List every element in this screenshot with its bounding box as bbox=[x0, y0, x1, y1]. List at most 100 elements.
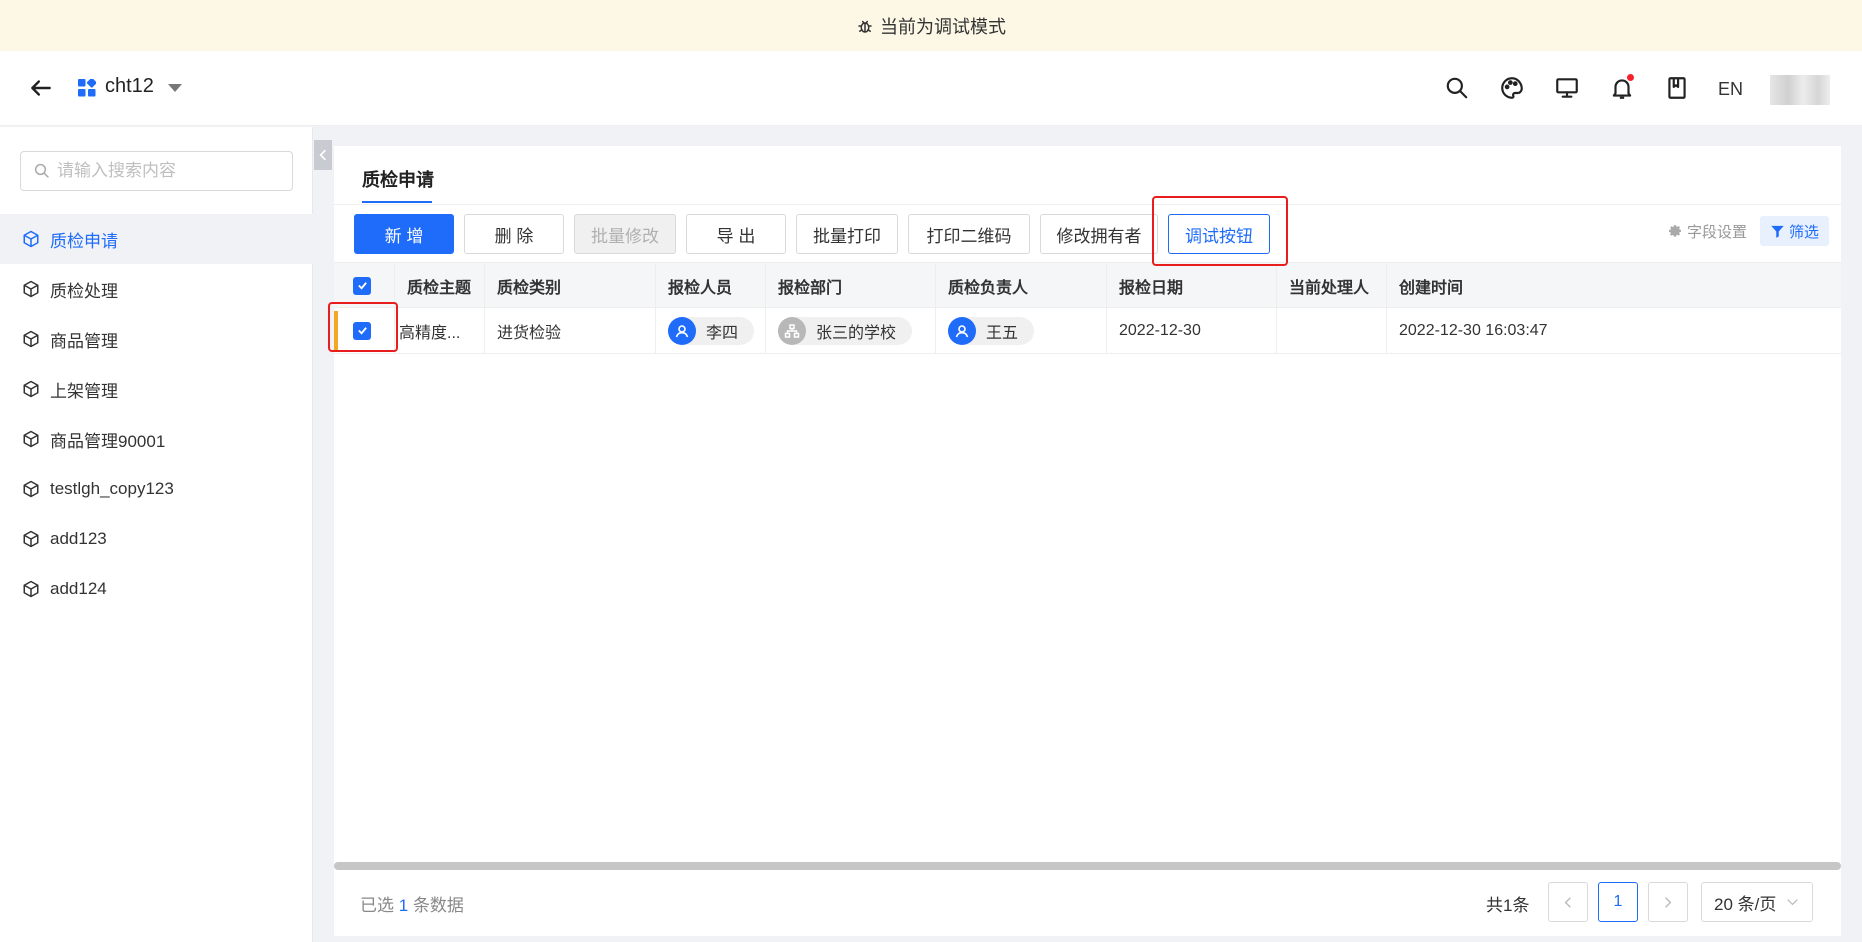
user-icon bbox=[948, 316, 976, 345]
sidebar-item-label: 质检处理 bbox=[50, 281, 118, 301]
prev-page-button[interactable] bbox=[1548, 882, 1588, 922]
next-page-button[interactable] bbox=[1648, 882, 1688, 922]
cube-icon bbox=[23, 380, 39, 398]
tab-divider bbox=[334, 204, 1841, 205]
debug-mode-text: 当前为调试模式 bbox=[880, 16, 1006, 37]
user-avatar[interactable] bbox=[1770, 75, 1830, 105]
org-chart-icon bbox=[778, 316, 806, 345]
bell-icon[interactable] bbox=[1609, 74, 1635, 101]
notification-dot bbox=[1627, 74, 1634, 81]
user-chip[interactable]: 李四 bbox=[668, 316, 755, 345]
batch-print-button[interactable]: 批量打印 bbox=[796, 214, 898, 254]
cube-icon bbox=[23, 280, 39, 298]
bug-icon bbox=[858, 20, 872, 33]
sidebar-item-label: add123 bbox=[50, 529, 107, 548]
top-bar: cht12 EN bbox=[0, 51, 1862, 126]
department-chip-label: 张三的学校 bbox=[816, 324, 897, 342]
user-chip-label: 王五 bbox=[986, 324, 1019, 342]
selection-count: 1 bbox=[398, 896, 409, 915]
horizontal-scrollbar[interactable] bbox=[334, 862, 1841, 870]
back-arrow-icon[interactable] bbox=[28, 75, 54, 101]
debug-button[interactable]: 调试按钮 bbox=[1168, 214, 1270, 254]
table-header: 质检主题 质检类别 报检人员 报检部门 质检负责人 报检日期 当前处理人 创建时… bbox=[334, 262, 1841, 308]
sidebar: 质检申请 质检处理 商品管理 上架管理 商品管理90001 testlgh_co… bbox=[0, 127, 313, 942]
batch-edit-button[interactable]: 批量修改 bbox=[574, 214, 676, 254]
column-header[interactable]: 当前处理人 bbox=[1276, 263, 1386, 308]
print-qrcode-button[interactable]: 打印二维码 bbox=[908, 214, 1030, 254]
app-name[interactable]: cht12 bbox=[105, 75, 154, 98]
change-owner-button[interactable]: 修改拥有者 bbox=[1040, 214, 1158, 254]
user-chip-label: 李四 bbox=[706, 324, 739, 342]
delete-button[interactable]: 删 除 bbox=[464, 214, 564, 254]
cube-icon bbox=[23, 230, 39, 248]
sidebar-item-label: testlgh_copy123 bbox=[50, 479, 174, 498]
search-icon[interactable] bbox=[1444, 75, 1470, 101]
chevron-down-icon bbox=[1787, 899, 1799, 906]
column-header[interactable]: 创建时间 bbox=[1386, 263, 1841, 308]
cell-category: 进货检验 bbox=[484, 308, 655, 353]
column-header[interactable]: 报检部门 bbox=[765, 263, 935, 308]
sidebar-item-product-management[interactable]: 商品管理 bbox=[0, 314, 313, 364]
check-icon bbox=[357, 282, 367, 290]
filter-icon bbox=[1771, 225, 1784, 238]
cell-created: 2022-12-30 16:03:47 bbox=[1386, 308, 1841, 353]
palette-icon[interactable] bbox=[1499, 75, 1525, 101]
sidebar-item-listing-management[interactable]: 上架管理 bbox=[0, 364, 313, 414]
user-chip[interactable]: 王五 bbox=[948, 316, 1035, 345]
search-icon bbox=[34, 163, 49, 178]
sidebar-item-add123[interactable]: add123 bbox=[0, 514, 313, 564]
sidebar-item-product-management-90001[interactable]: 商品管理90001 bbox=[0, 414, 313, 464]
language-toggle[interactable]: EN bbox=[1718, 79, 1743, 100]
field-settings-button[interactable]: 字段设置 bbox=[1668, 221, 1747, 242]
page-number-button[interactable]: 1 bbox=[1598, 882, 1638, 922]
cube-icon bbox=[23, 580, 39, 598]
table-row[interactable]: 高精度... 进货检验 李四 张三的学校 王五 2022-12-30 2022-… bbox=[334, 308, 1841, 354]
filter-button[interactable]: 筛选 bbox=[1760, 216, 1830, 246]
main-panel: 质检申请 新 增 删 除 批量修改 导 出 批量打印 打印二维码 修改拥有者 调… bbox=[328, 146, 1841, 936]
chevron-left-icon bbox=[1564, 896, 1571, 908]
cell-date: 2022-12-30 bbox=[1106, 308, 1276, 353]
page-size-select[interactable]: 20 条/页 bbox=[1701, 882, 1813, 922]
sidebar-menu: 质检申请 质检处理 商品管理 上架管理 商品管理90001 testlgh_co… bbox=[0, 214, 313, 614]
column-header[interactable]: 质检负责人 bbox=[935, 263, 1106, 308]
total-count: 共1条 bbox=[1486, 896, 1530, 915]
selection-summary: 已选 1 条数据 bbox=[360, 891, 464, 916]
sidebar-item-label: 质检申请 bbox=[50, 231, 118, 251]
column-header[interactable]: 报检日期 bbox=[1106, 263, 1276, 308]
tab-quality-request[interactable]: 质检申请 bbox=[362, 166, 434, 192]
page-size-label: 20 条/页 bbox=[1714, 894, 1777, 914]
debug-mode-banner: 当前为调试模式 bbox=[0, 0, 1862, 51]
cell-owner: 王五 bbox=[935, 308, 1106, 353]
sidebar-item-label: add124 bbox=[50, 579, 107, 598]
cell-subject[interactable]: 高精度... bbox=[394, 308, 484, 353]
selection-prefix: 已选 bbox=[360, 896, 394, 915]
cell-inspector: 李四 bbox=[655, 308, 765, 353]
select-all-cell bbox=[334, 263, 394, 308]
export-button[interactable]: 导 出 bbox=[686, 214, 786, 254]
sidebar-search-input[interactable] bbox=[57, 161, 277, 181]
row-checkbox[interactable] bbox=[353, 321, 371, 340]
app-grid-icon bbox=[78, 77, 97, 97]
sidebar-item-label: 上架管理 bbox=[50, 381, 118, 401]
column-header[interactable]: 质检类别 bbox=[484, 263, 655, 308]
gear-icon bbox=[1668, 225, 1682, 237]
caret-down-icon[interactable] bbox=[168, 84, 182, 92]
sidebar-item-testlgh-copy123[interactable]: testlgh_copy123 bbox=[0, 464, 313, 514]
monitor-icon[interactable] bbox=[1554, 75, 1580, 101]
chevron-right-icon bbox=[1665, 896, 1672, 908]
bookmark-icon[interactable] bbox=[1664, 75, 1690, 101]
sidebar-collapse-toggle[interactable] bbox=[314, 140, 332, 170]
column-header[interactable]: 报检人员 bbox=[655, 263, 765, 308]
select-all-checkbox[interactable] bbox=[353, 276, 371, 295]
sidebar-item-quality-request[interactable]: 质检申请 bbox=[0, 214, 313, 264]
sidebar-item-quality-process[interactable]: 质检处理 bbox=[0, 264, 313, 314]
cube-icon bbox=[23, 330, 39, 348]
sidebar-item-label: 商品管理 bbox=[50, 331, 118, 351]
cube-icon bbox=[23, 430, 39, 448]
column-header[interactable]: 质检主题 bbox=[394, 263, 484, 308]
sidebar-item-add124[interactable]: add124 bbox=[0, 564, 313, 614]
sidebar-item-label: 商品管理90001 bbox=[50, 431, 166, 451]
department-chip[interactable]: 张三的学校 bbox=[778, 316, 913, 345]
add-button[interactable]: 新 增 bbox=[354, 214, 454, 254]
sidebar-search[interactable] bbox=[20, 151, 293, 191]
